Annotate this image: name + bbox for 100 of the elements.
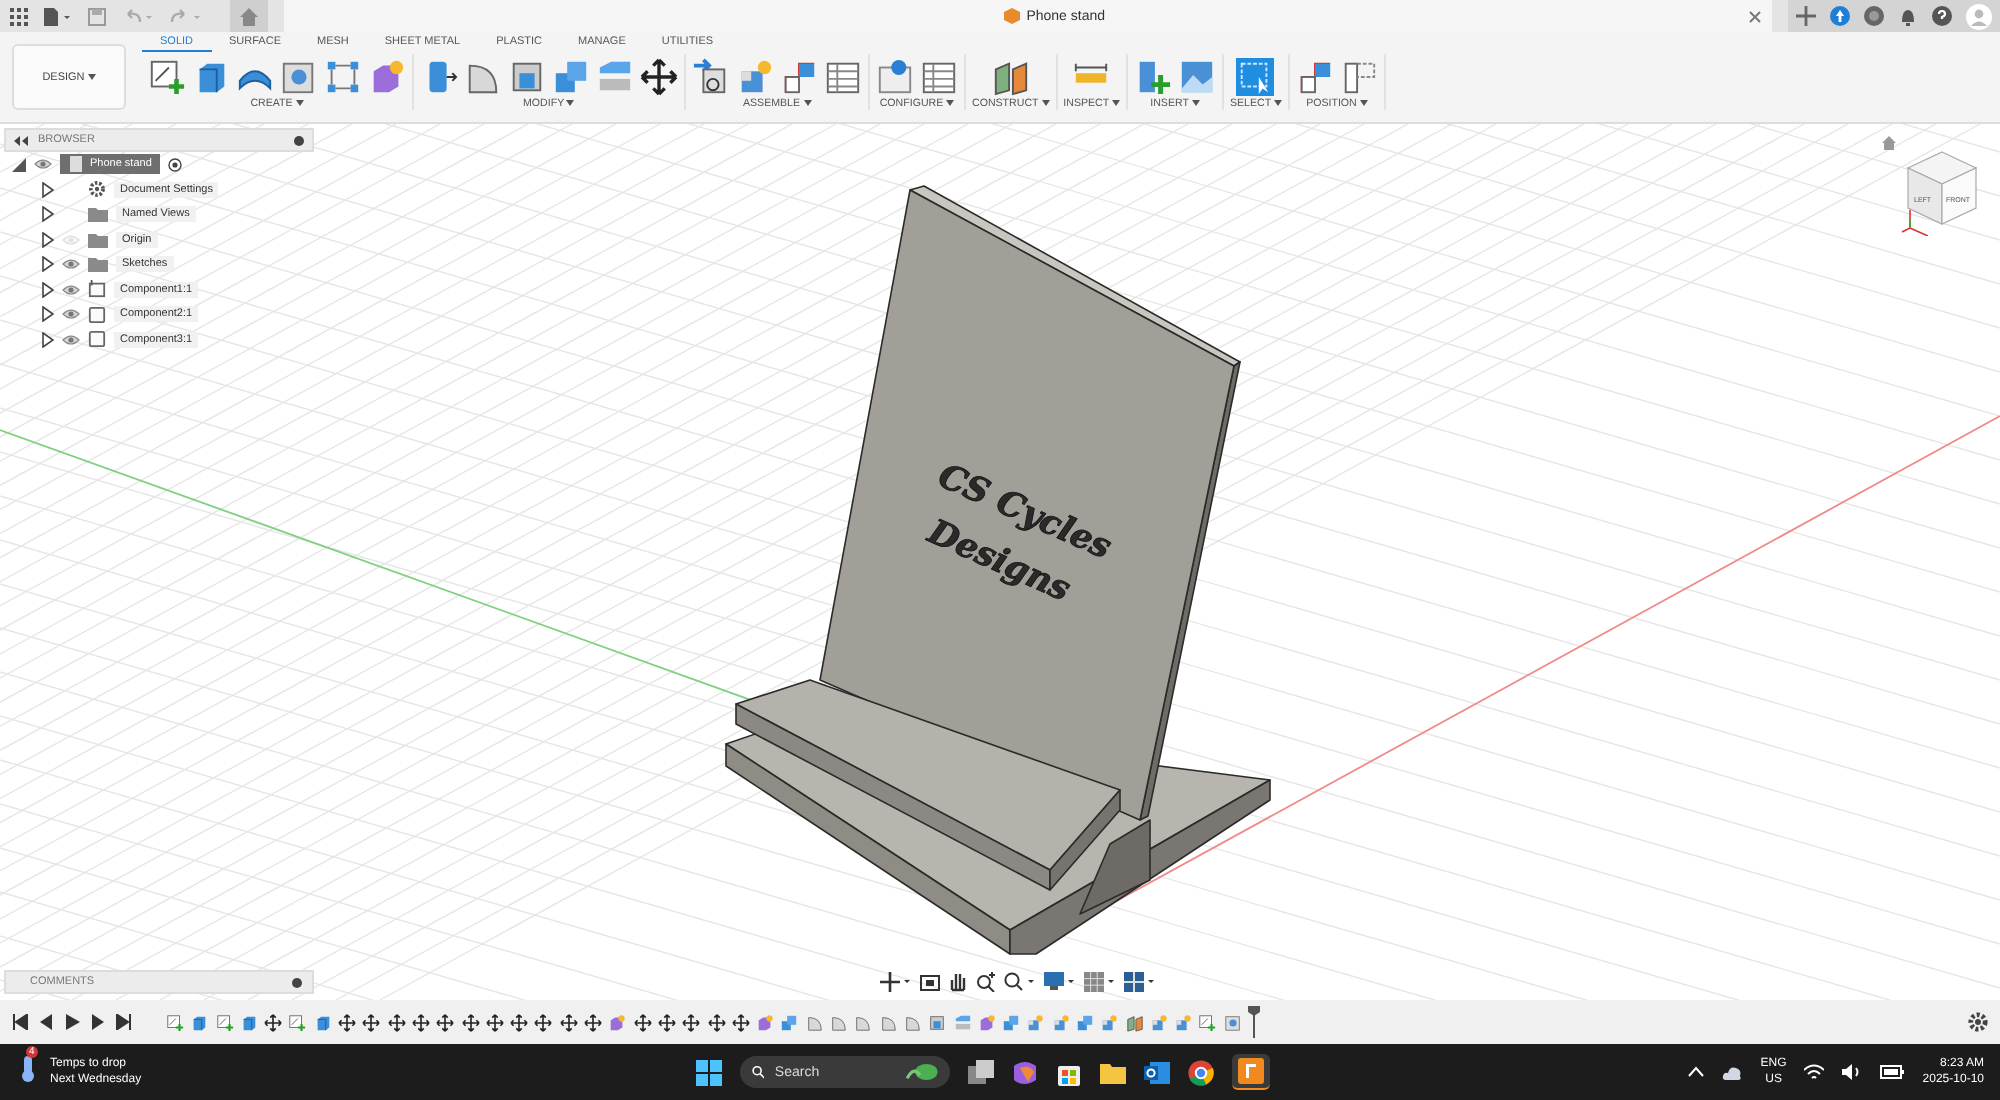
home-button[interactable] [230,0,269,32]
sketch-icon[interactable] [148,57,186,95]
table-icon[interactable] [824,57,862,95]
sketch-icon[interactable] [215,1013,234,1031]
shell-icon[interactable] [928,1013,947,1031]
upload-icon[interactable] [1830,6,1850,26]
go-to-start-icon[interactable] [12,1014,28,1030]
layout-icon[interactable] [780,57,818,95]
eye-icon[interactable] [62,258,80,271]
new-component-icon[interactable] [1149,1013,1168,1031]
move-icon[interactable] [534,1013,553,1031]
move-icon[interactable] [633,1013,652,1031]
mail-app-icon[interactable] [1144,1059,1170,1085]
configure-icon[interactable] [876,57,914,95]
file-icon[interactable] [44,7,72,25]
table-icon[interactable] [920,57,958,95]
hole-icon[interactable] [1223,1013,1242,1031]
step-forward-icon[interactable] [90,1014,106,1030]
add-comment-icon[interactable] [292,977,302,987]
move-icon[interactable] [657,1013,676,1031]
bell-icon[interactable] [1898,6,1918,26]
radio-icon[interactable] [167,157,182,172]
folder-app-icon[interactable] [1100,1059,1126,1085]
sketch-icon[interactable] [166,1013,184,1031]
joint-icon[interactable] [692,57,730,95]
cube-star-icon[interactable] [608,1013,627,1031]
add-tab-icon[interactable] [1796,6,1816,26]
combine-icon[interactable] [1075,1013,1094,1031]
hole-icon[interactable] [280,57,318,95]
move-icon[interactable] [707,1013,726,1031]
image-icon[interactable] [1177,57,1216,95]
move-icon[interactable] [362,1013,381,1031]
task-view-icon[interactable] [968,1059,994,1085]
browser-app-icon[interactable] [1188,1059,1214,1085]
cube-star-icon[interactable] [977,1013,996,1031]
active-app-button[interactable] [1232,1054,1270,1090]
help-icon[interactable] [1932,6,1952,26]
go-to-end-icon[interactable] [116,1014,132,1030]
select-icon[interactable] [1236,57,1275,95]
step-back-icon[interactable] [38,1014,54,1030]
expanded-caret-icon[interactable] [12,157,26,172]
cube-star-icon[interactable] [368,57,406,95]
move-icon[interactable] [338,1013,357,1031]
layout-icon[interactable] [1295,57,1334,95]
zoom-icon[interactable] [976,972,996,992]
pin-icon[interactable] [294,135,304,145]
combine-icon[interactable] [552,57,590,95]
eye-icon[interactable] [34,158,52,171]
grid-settings-icon[interactable] [1084,972,1116,992]
move-icon[interactable] [640,57,678,95]
cube-icon[interactable] [239,1013,258,1031]
fit-icon[interactable] [1004,972,1036,992]
new-component-icon[interactable] [1026,1013,1045,1031]
home-view-icon[interactable] [1882,136,1896,150]
chevron-up-icon[interactable] [1688,1066,1705,1078]
thermometer-icon[interactable] [16,1053,40,1081]
move-icon[interactable] [559,1013,578,1031]
plane-icon[interactable] [991,57,1030,95]
chat-app-icon[interactable] [1012,1059,1038,1085]
cube-icon[interactable] [313,1013,332,1031]
eye-icon[interactable] [62,283,80,296]
move-icon[interactable] [510,1013,529,1031]
move-icon[interactable] [461,1013,480,1031]
app-grid-icon[interactable] [10,7,28,25]
move-icon[interactable] [682,1013,701,1031]
new-component-icon[interactable] [1174,1013,1193,1031]
combine-icon[interactable] [780,1013,799,1031]
viewports-icon[interactable] [1124,972,1156,992]
move-icon[interactable] [411,1013,430,1031]
move-icon[interactable] [436,1013,455,1031]
speaker-icon[interactable] [1842,1064,1863,1080]
cloud-icon[interactable] [1722,1063,1743,1081]
eye-icon[interactable] [62,333,80,346]
new-component-icon[interactable] [1051,1013,1070,1031]
outline-icon[interactable] [1339,57,1378,95]
eye-icon[interactable] [62,308,80,321]
battery-icon[interactable] [1880,1064,1905,1080]
orbit-icon[interactable] [880,972,912,992]
collapse-icon[interactable] [14,135,28,145]
move-icon[interactable] [731,1013,750,1031]
pattern-icon[interactable] [324,57,362,95]
new-component-icon[interactable] [1100,1013,1119,1031]
move-icon[interactable] [485,1013,504,1031]
settings-icon[interactable] [1968,1012,1988,1032]
plane-icon[interactable] [1125,1013,1144,1031]
start-button[interactable] [696,1059,722,1085]
combine-icon[interactable] [1002,1013,1021,1031]
move-icon[interactable] [387,1013,406,1031]
shell-icon[interactable] [508,57,546,95]
pan-icon[interactable] [948,972,968,992]
sketch-icon[interactable] [1198,1013,1217,1031]
timeline-marker[interactable] [1248,1006,1261,1038]
wifi-icon[interactable] [1804,1064,1825,1080]
play-icon[interactable] [64,1014,80,1030]
close-icon[interactable] [1748,9,1762,23]
cube-star-icon[interactable] [756,1013,775,1031]
cube-icon[interactable] [190,1013,209,1031]
move-icon[interactable] [264,1013,283,1031]
look-at-icon[interactable] [920,972,940,992]
move-icon[interactable] [584,1013,603,1031]
